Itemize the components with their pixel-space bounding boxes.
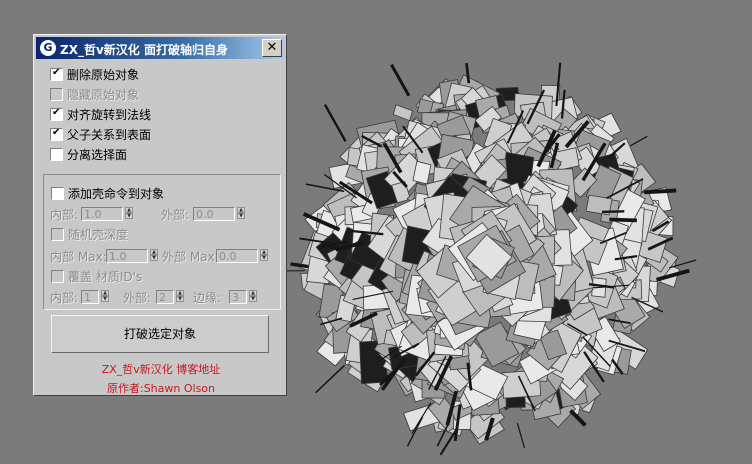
checkbox-box[interactable]: [50, 127, 63, 141]
outer-spinner-arrows: ▲ ▼: [237, 207, 245, 221]
title-bar[interactable]: G ZX_哲v新汉化 面打破轴归自身 ✕: [36, 37, 284, 59]
checkbox-box[interactable]: [50, 67, 63, 81]
fragment-edge: [323, 104, 347, 142]
outer-max-spinner: 0.0: [216, 249, 258, 263]
detach-faces-checkbox[interactable]: 分离选择面: [50, 148, 127, 164]
window-title: ZX_哲v新汉化 面打破轴归自身: [60, 43, 228, 57]
inner-spinner: 1.0: [81, 207, 123, 221]
add-shell-checkbox[interactable]: 添加壳命令到对象: [51, 187, 164, 203]
checkbox-label: 添加壳命令到对象: [68, 187, 165, 201]
id-inner-spinner: 1: [81, 290, 99, 304]
checkbox-label: 删除原始对象: [67, 68, 140, 82]
id-edge-spinner: 3: [229, 290, 247, 304]
close-button[interactable]: ✕: [262, 39, 282, 57]
fragment-face: [392, 104, 413, 122]
script-rollout-panel: G ZX_哲v新汉化 面打破轴归自身 ✕ 删除原始对象 隐藏原始对象 对齐旋转到…: [33, 34, 287, 396]
outer-max-label: 外部 Max:: [162, 250, 219, 264]
inner-max-spinner-arrows: ▲ ▼: [150, 249, 158, 263]
checkbox-box[interactable]: [50, 148, 63, 161]
fragment-edge: [516, 423, 526, 449]
id-outer-label: 外部:: [123, 291, 152, 305]
id-outer-spinner-arrows: ▲ ▼: [176, 290, 184, 304]
checkbox-box: [50, 88, 63, 101]
id-edge-label: 边缘:: [193, 291, 222, 305]
checkbox-box[interactable]: [50, 107, 63, 121]
override-material-id-checkbox: 覆盖 材质ID's: [51, 270, 142, 286]
checkbox-label: 随机壳深度: [68, 228, 129, 242]
blog-link[interactable]: ZX_哲v新汉化 博客地址: [34, 361, 288, 377]
id-edge-spinner-arrows: ▲ ▼: [249, 290, 257, 304]
outer-max-spinner-arrows: ▲ ▼: [260, 249, 268, 263]
3dsmax-logo-icon: G: [40, 40, 56, 56]
checkbox-label: 覆盖 材质ID's: [68, 270, 143, 284]
fragment-edge: [630, 135, 648, 147]
inner-spinner-arrows: ▲ ▼: [125, 207, 133, 221]
fragment-edge: [315, 364, 346, 394]
delete-original-checkbox[interactable]: 删除原始对象: [50, 67, 140, 84]
original-author: 原作者:Shawn Olson: [106, 382, 215, 395]
outer-label: 外部:: [161, 208, 190, 222]
checkbox-label: 隐藏原始对象: [67, 88, 140, 102]
checkbox-box: [51, 270, 64, 283]
inner-label: 内部:: [50, 208, 79, 222]
hide-original-checkbox: 隐藏原始对象: [50, 88, 139, 104]
checkbox-box: [51, 228, 64, 241]
align-rotation-checkbox[interactable]: 对齐旋转到法线: [50, 107, 152, 124]
break-selected-button[interactable]: 打破选定对象: [51, 315, 269, 353]
inner-max-label: 内部 Max:: [50, 250, 107, 264]
checkbox-label: 分离选择面: [67, 148, 128, 162]
checkbox-label: 父子关系到表面: [67, 128, 152, 142]
shell-options-group: 添加壳命令到对象 内部: 1.0 ▲ ▼ 外部: 0.0 ▲ ▼ 随机壳深度 内部 …: [43, 174, 281, 310]
id-inner-label: 内部:: [50, 291, 79, 305]
fragment-edge: [609, 217, 637, 223]
fragment-edge: [390, 63, 411, 97]
random-shell-depth-checkbox: 随机壳深度: [51, 228, 128, 244]
fragment-edge: [643, 188, 677, 195]
outer-spinner: 0.0: [193, 207, 235, 221]
parent-to-surface-checkbox[interactable]: 父子关系到表面: [50, 127, 152, 144]
checkbox-box[interactable]: [51, 187, 64, 200]
checkbox-label: 对齐旋转到法线: [67, 108, 152, 122]
fragment-edge: [601, 210, 625, 214]
id-inner-spinner-arrows: ▲ ▼: [101, 290, 109, 304]
inner-max-spinner: 1.0: [106, 249, 148, 263]
id-outer-spinner: 2: [156, 290, 174, 304]
